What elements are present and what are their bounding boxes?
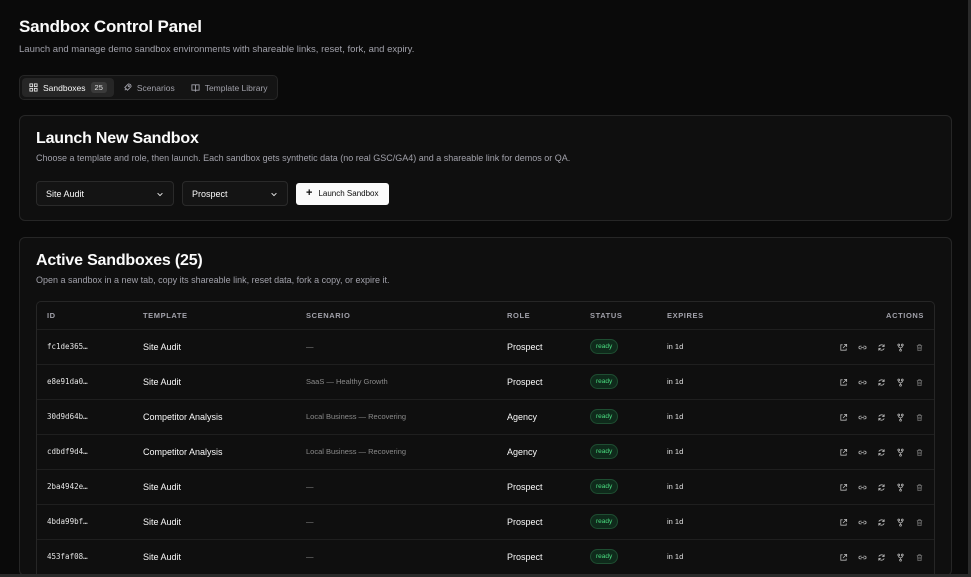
window-frame xyxy=(0,0,971,577)
